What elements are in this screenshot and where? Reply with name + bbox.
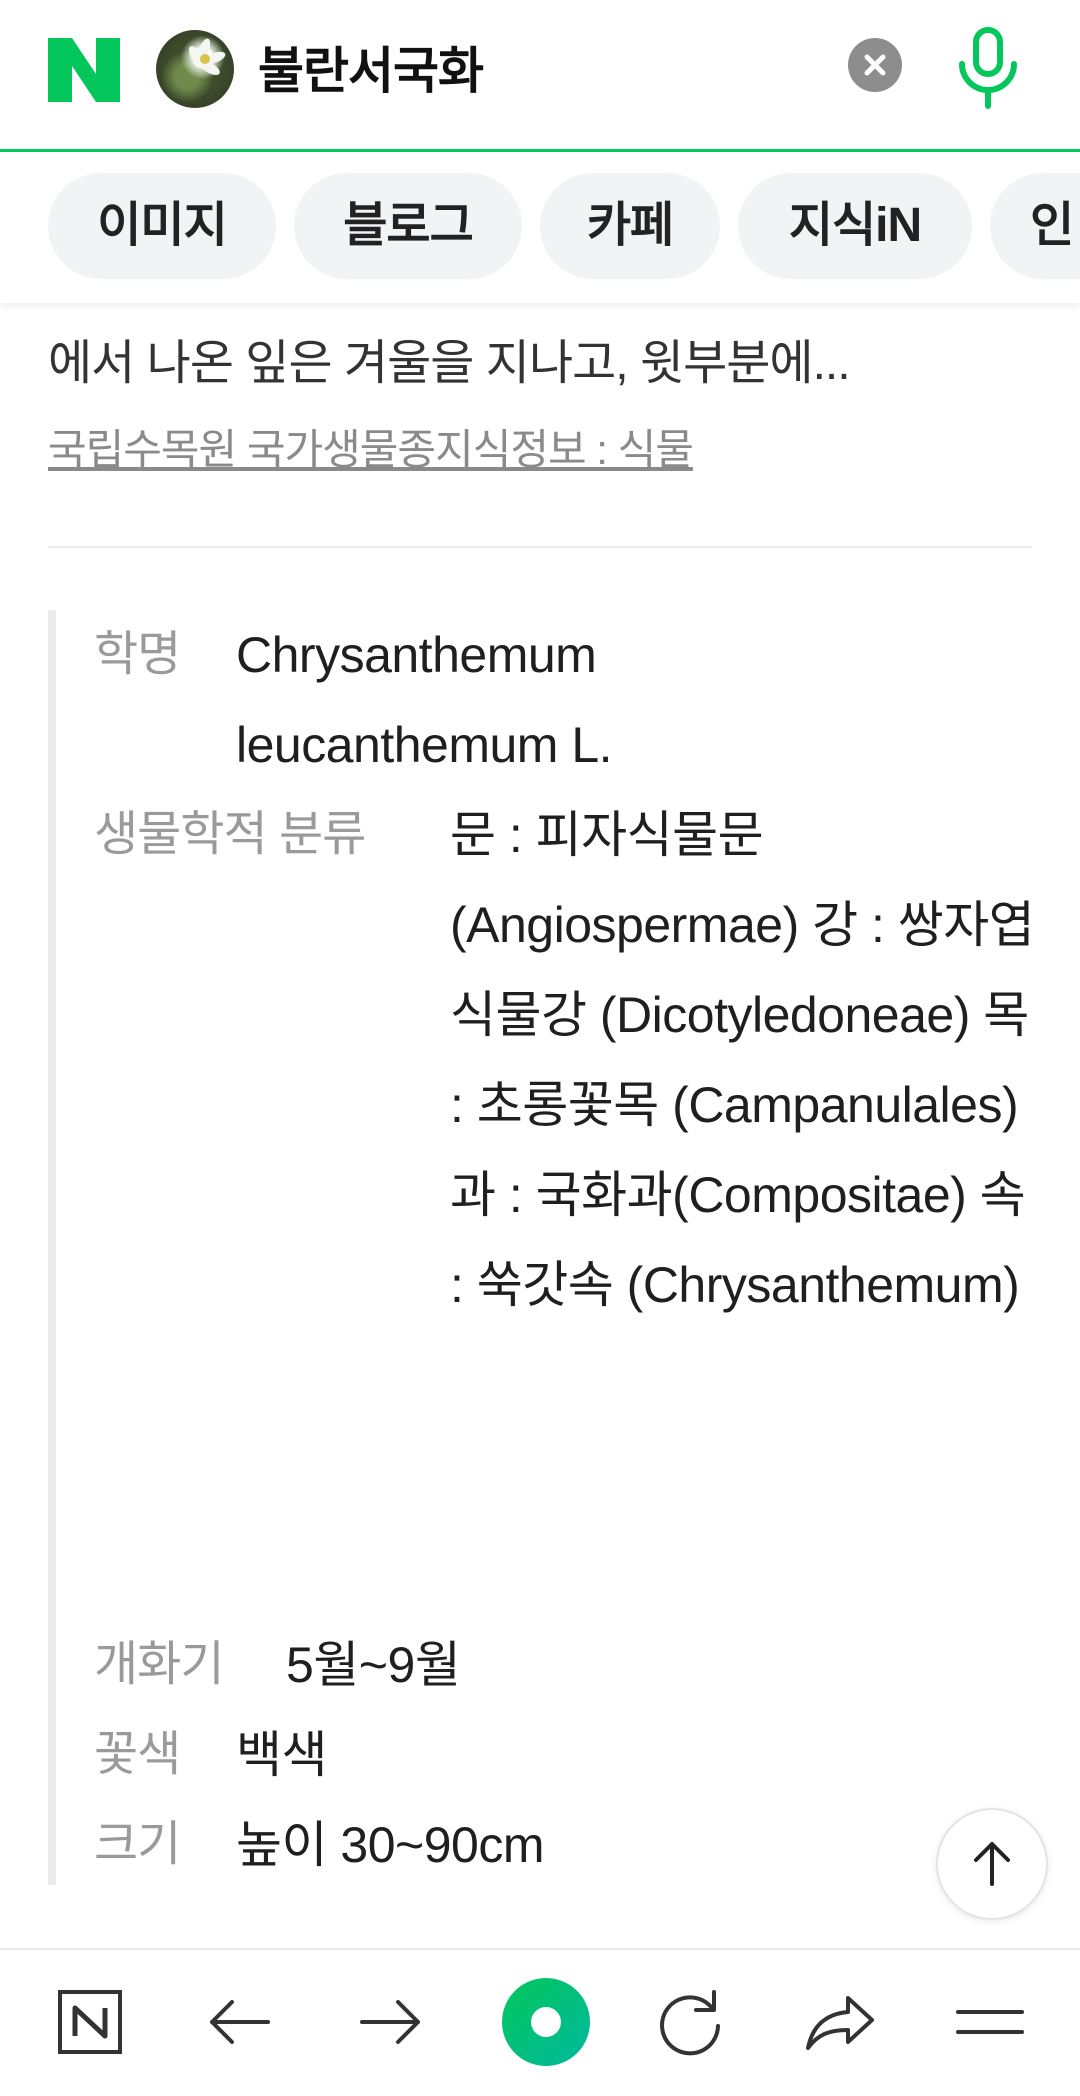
clear-search-button[interactable] [848,38,902,92]
forward-arrow-icon[interactable] [340,1972,440,2072]
back-arrow-icon[interactable] [190,1972,290,2072]
scientific-name-value: Chrysanthemum leucanthemum L. [236,627,613,773]
close-icon [864,54,886,76]
scroll-to-top-button[interactable] [936,1808,1048,1920]
flower-color-label: 꽃색 [94,1728,181,1781]
size-label: 크기 [94,1818,181,1871]
menu-icon[interactable] [940,1972,1040,2072]
tab-more[interactable]: 인 [990,173,1080,279]
tab-cafe[interactable]: 카페 [540,173,720,279]
share-icon[interactable] [790,1972,890,2072]
flower-color-value: 백색 [236,1727,328,1783]
divider [48,546,1032,548]
naver-home-icon[interactable] [40,1972,140,2072]
bottom-toolbar [0,1948,1080,2096]
tab-blog[interactable]: 블로그 [294,173,522,279]
plant-info-box: 학명 Chrysanthemum leucanthemum L. 생물학적 분류… [48,610,1035,1885]
flowering-label: 개화기 [94,1638,224,1691]
classification-value: 문 : 피자식물문 (Angiospermae) 강 : 쌍자엽식물강 (Dic… [450,807,1035,1313]
tab-images[interactable]: 이미지 [48,173,276,279]
page: 불란서국화 이미지 블로그 카페 지식iN 인 에서 나온 잎은 겨울을 지나고… [0,0,1080,2096]
green-dot-icon[interactable] [490,1966,602,2078]
query-thumbnail[interactable] [156,30,234,108]
search-query[interactable]: 불란서국화 [258,36,484,106]
result-snippet: 에서 나온 잎은 겨울을 지나고, 윗부분에... [48,337,851,390]
tab-kin[interactable]: 지식iN [738,173,972,279]
microphone-icon[interactable] [952,26,1024,110]
scientific-name-label: 학명 [94,628,181,681]
naver-logo-icon[interactable] [48,38,120,102]
refresh-icon[interactable] [640,1972,740,2072]
arrow-up-icon [974,1842,1010,1886]
classification-label: 생물학적 분류 [94,808,366,861]
search-tabs: 이미지 블로그 카페 지식iN 인 [0,155,1080,303]
size-value: 높이 30~90cm [236,1817,544,1873]
search-bar: 불란서국화 [0,0,1080,152]
source-link[interactable]: 국립수목원 국가생물종지식정보 : 식물 [48,420,694,480]
flowering-value: 5월~9월 [286,1637,461,1693]
